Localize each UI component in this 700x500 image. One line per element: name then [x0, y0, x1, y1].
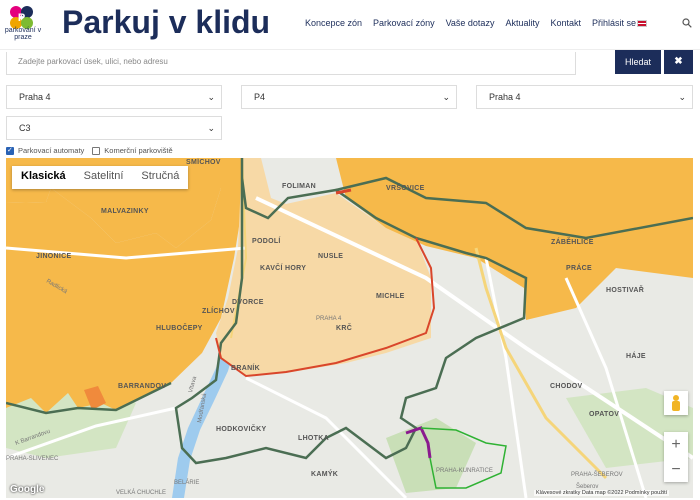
- road: [484, 257, 528, 498]
- main-nav: Koncepce zón Parkovací zóny Vaše dotazy …: [305, 18, 647, 28]
- maptype-klasicka[interactable]: Klasická: [12, 166, 75, 189]
- google-logo[interactable]: Google: [10, 484, 44, 495]
- map-layer-checks: Parkovací automaty Komerční parkoviště: [6, 146, 181, 155]
- check-komercni-label: Komerční parkoviště: [104, 146, 173, 155]
- zoom-in-button[interactable]: +: [664, 432, 688, 457]
- label-zabehlice: ZÁBĚHLICE: [551, 237, 594, 246]
- label-jinonice: JINONICE: [36, 253, 71, 260]
- checkbox-checked-icon[interactable]: [6, 146, 14, 155]
- label-opatov: OPATOV: [589, 411, 619, 418]
- label-sebero: PRAHA-ŠEBEROV: [571, 471, 623, 478]
- label-praha4: PRAHA 4: [316, 316, 342, 322]
- nav-koncepce[interactable]: Koncepce zón: [305, 18, 362, 28]
- label-hodkovicky: HODKOVIČKY: [216, 424, 266, 433]
- label-barrandov: BARRANDOV: [118, 383, 166, 390]
- chevron-down-icon: ⌄: [442, 92, 450, 102]
- chevron-down-icon: ⌄: [207, 92, 215, 102]
- street-view-pegman-icon[interactable]: [664, 391, 688, 415]
- label-nusle: NUSLE: [318, 253, 343, 260]
- nav-kontakt[interactable]: Kontakt: [550, 18, 581, 28]
- map-footer[interactable]: Klávesové zkratky Data map ©2022 Podmínk…: [534, 490, 670, 496]
- select-zona[interactable]: P4 ⌄: [241, 85, 457, 109]
- maptype-strucna[interactable]: Stručná: [132, 166, 188, 189]
- zoom-out-button[interactable]: −: [664, 457, 688, 482]
- checkbox-icon[interactable]: [92, 146, 101, 155]
- label-podoli: PODOLÍ: [252, 236, 281, 245]
- map-type-control: Klasická Satelitní Stručná: [12, 166, 189, 189]
- label-smichov: SMÍCHOV: [186, 158, 221, 166]
- select-value: Praha 4: [19, 92, 51, 102]
- select-mestska-cast[interactable]: Praha 4 ⌄: [6, 85, 222, 109]
- label-seberov: Šeberov: [576, 483, 598, 490]
- label-slivenec: PRAHA-SLIVENEC: [6, 456, 59, 462]
- clear-button[interactable]: ✖: [664, 50, 693, 74]
- select-oblast[interactable]: Praha 4 ⌄: [476, 85, 693, 109]
- maptype-satelitni[interactable]: Satelitní: [75, 166, 133, 189]
- header: P parkování v praze Parkuj v klidu Konce…: [0, 0, 700, 50]
- select-usek[interactable]: C3 ⌄: [6, 116, 222, 140]
- label-chodov: CHODOV: [550, 383, 583, 390]
- label-velka-chuchle: VELKÁ CHUCHLE: [116, 489, 166, 496]
- label-haje: HÁJE: [626, 351, 646, 360]
- search-button[interactable]: Hledat: [615, 50, 661, 74]
- map-graphics: SMÍCHOV MALVAZINKY JINONICE HLUBOČEPY ZL…: [6, 158, 693, 498]
- label-dvorce: DVORCE: [232, 299, 264, 306]
- label-zlichov: ZLÍCHOV: [202, 306, 235, 315]
- chevron-down-icon: ⌄: [207, 123, 215, 133]
- check-automaty-label: Parkovací automaty: [18, 146, 85, 155]
- label-belarie: BELÁRIE: [174, 479, 199, 486]
- nav-prihlasit[interactable]: Přihlásit se: [592, 18, 636, 28]
- label-foliman: FOLIMAN: [282, 183, 316, 190]
- check-komercni[interactable]: Komerční parkoviště: [92, 146, 173, 155]
- label-krc: KRČ: [336, 323, 352, 332]
- select-value: Praha 4: [489, 92, 521, 102]
- select-value: C3: [19, 123, 31, 133]
- label-kunratice: PRAHA-KUNRATICE: [436, 468, 493, 474]
- svg-text:P: P: [18, 12, 25, 24]
- logo-text: parkování v praze: [4, 27, 42, 41]
- nav-dotazy[interactable]: Vaše dotazy: [446, 18, 495, 28]
- chevron-down-icon: ⌄: [678, 92, 686, 102]
- label-lhotka: LHOTKA: [298, 435, 329, 442]
- label-vltava: Vltava: [188, 375, 198, 393]
- select-value: P4: [254, 92, 266, 102]
- label-michle: MICHLE: [376, 293, 405, 300]
- label-hostivar: HOSTIVAŘ: [606, 285, 644, 294]
- search-icon[interactable]: [682, 18, 692, 28]
- zoom-control: + −: [664, 432, 688, 482]
- label-kamyk: KAMÝK: [311, 469, 338, 478]
- label-malvazinky: MALVAZINKY: [101, 208, 149, 215]
- nav-zony[interactable]: Parkovací zóny: [373, 18, 435, 28]
- nav-aktuality[interactable]: Aktuality: [505, 18, 539, 28]
- uk-flag-icon[interactable]: [637, 20, 647, 27]
- label-branik: BRANÍK: [231, 363, 260, 372]
- map-canvas[interactable]: SMÍCHOV MALVAZINKY JINONICE HLUBOČEPY ZL…: [6, 158, 693, 498]
- brand-title[interactable]: Parkuj v klidu: [62, 4, 270, 41]
- label-hlubocepy: HLUBOČEPY: [156, 323, 203, 332]
- label-prace: PRÁCE: [566, 263, 592, 272]
- label-kavci-hory: KAVČÍ HORY: [260, 263, 306, 272]
- label-vrsovice: VRŠOVICE: [386, 183, 425, 192]
- search-input[interactable]: Zadejte parkovací úsek, ulici, nebo adre…: [6, 52, 576, 75]
- check-automaty[interactable]: Parkovací automaty: [6, 146, 84, 155]
